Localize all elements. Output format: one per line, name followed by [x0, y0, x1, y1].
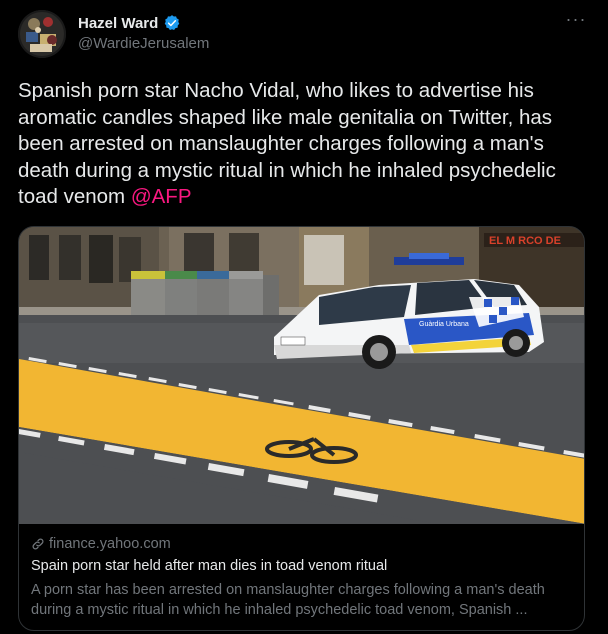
display-name[interactable]: Hazel Ward [78, 15, 158, 32]
card-image[interactable]: EL M RCO DE Guàrdia Urbana [19, 227, 585, 524]
card-domain[interactable]: finance.yahoo.com [49, 536, 171, 552]
shop-sign: EL M RCO DE [489, 235, 561, 247]
card-description: A porn star has been arrested on manslau… [31, 582, 545, 618]
avatar[interactable] [18, 10, 66, 58]
verified-badge-icon [163, 14, 181, 32]
user-handle[interactable]: @WardieJerusalem [78, 35, 209, 52]
mention-link[interactable]: @AFP [131, 185, 192, 208]
more-options-icon[interactable]: ··· [564, 10, 588, 32]
card-meta: finance.yahoo.com Spain porn star held a… [31, 536, 571, 620]
tweet-text: Spanish porn star Nacho Vidal, who likes… [18, 78, 588, 211]
tweet[interactable]: Hazel Ward @WardieJerusalem ··· Spanish … [0, 0, 608, 634]
tweet-text-main: Spanish porn star Nacho Vidal, who likes… [18, 79, 556, 208]
card-title[interactable]: Spain porn star held after man dies in t… [31, 558, 571, 574]
link-icon [31, 537, 45, 551]
link-card[interactable]: EL M RCO DE Guàrdia Urbana finance.yahoo… [18, 226, 585, 631]
author-block: Hazel Ward @WardieJerusalem [78, 14, 209, 53]
car-text: Guàrdia Urbana [419, 321, 469, 328]
